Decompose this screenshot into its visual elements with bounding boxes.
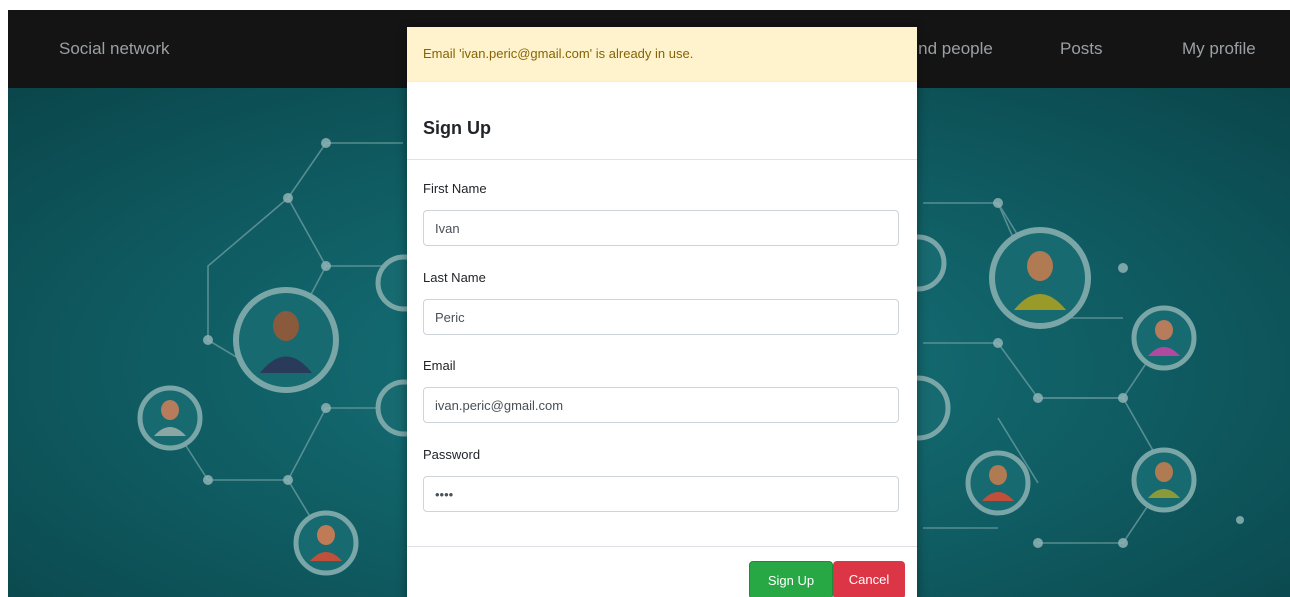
email-input[interactable]: [423, 387, 899, 423]
sign-up-button[interactable]: Sign Up: [749, 561, 833, 597]
last-name-label: Last Name: [423, 270, 486, 285]
nav-link-posts[interactable]: Posts: [1060, 10, 1103, 88]
password-input[interactable]: [423, 476, 899, 512]
modal-header: Sign Up: [407, 97, 917, 160]
modal-footer: Sign Up Cancel: [407, 546, 917, 597]
cancel-button[interactable]: Cancel: [833, 561, 905, 597]
app-window: Social network Find people Posts My prof…: [8, 10, 1290, 597]
modal-title: Sign Up: [423, 118, 491, 138]
password-label: Password: [423, 447, 481, 462]
nav-link-my-profile[interactable]: My profile: [1182, 10, 1256, 88]
navbar-brand[interactable]: Social network: [59, 10, 170, 88]
first-name-label: First Name: [423, 181, 487, 196]
email-label: Email: [423, 358, 456, 373]
nav-link-find-people[interactable]: Find people: [904, 10, 993, 88]
error-alert: Email 'ivan.peric@gmail.com' is already …: [407, 27, 917, 82]
first-name-input[interactable]: [423, 210, 899, 246]
sign-up-modal: Email 'ivan.peric@gmail.com' is already …: [407, 27, 917, 597]
last-name-input[interactable]: [423, 299, 899, 335]
error-alert-text: Email 'ivan.peric@gmail.com' is already …: [423, 46, 694, 61]
